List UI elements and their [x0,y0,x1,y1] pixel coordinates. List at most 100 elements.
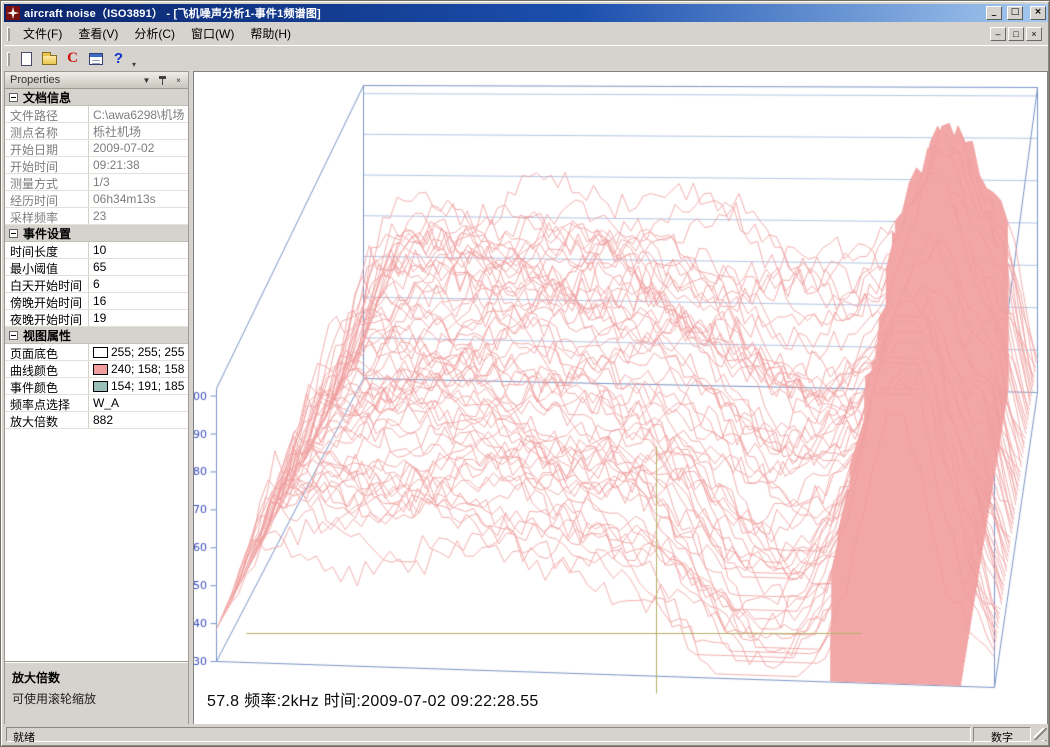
property-value[interactable]: 6 [89,276,188,292]
collapse-icon[interactable] [9,93,18,102]
property-category[interactable]: 文档信息 [5,89,188,106]
menu-item-file[interactable]: 文件(F) [15,21,70,46]
property-name: 采样频率 [5,208,89,224]
panel-title: Properties [10,74,137,86]
property-value[interactable]: W_A [89,395,188,411]
color-swatch[interactable] [93,381,108,392]
c-tool-button[interactable]: C [61,48,84,70]
property-name: 经历时间 [5,191,89,207]
color-swatch[interactable] [93,347,108,358]
pin-icon[interactable] [156,74,169,87]
property-row: 夜晚开始时间 19 [5,310,188,327]
maximize-button[interactable]: □ [1007,6,1023,20]
collapse-icon[interactable] [9,331,18,340]
mdi-minimize-button[interactable]: – [990,27,1006,41]
letter-c-icon: C [67,51,78,66]
property-value-text: 65 [93,260,106,274]
collapse-icon[interactable] [9,229,18,238]
property-grid: 文档信息文件路径C:\awa6298\机场测点名称栎社机场开始日期2009-07… [5,89,188,661]
toolbar-overflow-button[interactable]: ▾ [130,60,138,71]
property-row: 傍晚开始时间 16 [5,293,188,310]
open-folder-icon [42,55,57,65]
title-bar: aircraft noise（ISO3891） - [飞机噪声分析1-事件1频谱… [4,4,1048,22]
property-row: 频率点选择 W_A [5,395,188,412]
property-value[interactable]: C:\awa6298\机场 [89,106,188,122]
help-icon: ? [114,50,123,67]
property-value-text: 06h34m13s [93,192,156,206]
property-value-text: 10 [93,243,106,257]
properties-button[interactable] [84,48,107,70]
menu-item-view[interactable]: 查看(V) [70,21,126,46]
open-file-button[interactable] [38,48,61,70]
window-title: aircraft noise（ISO3891） - [飞机噪声分析1-事件1频谱… [24,5,981,21]
waterfall-chart-canvas[interactable] [194,72,1047,725]
toolbar-buttons: C? [15,48,130,70]
property-value-text: 19 [93,311,106,325]
property-value-text: 255; 255; 255 [111,345,184,359]
property-row: 开始时间 09:21:38 [5,157,188,174]
chevron-down-icon[interactable]: ▼ [140,74,153,87]
property-row: 时间长度 10 [5,242,188,259]
property-row: 页面底色 255; 255; 255 [5,344,188,361]
property-row: 事件颜色154; 191; 185 [5,378,188,395]
menu-item-help[interactable]: 帮助(H) [242,21,299,46]
property-value-text: W_A [93,396,119,410]
property-name: 傍晚开始时间 [5,293,89,309]
chart-area: 57.8 频率:2kHz 时间:2009-07-02 09:22:28.55 [193,71,1048,726]
help-button[interactable]: ? [107,48,130,70]
property-value[interactable]: 23 [89,208,188,224]
status-message: 就绪 [6,727,971,742]
property-name: 测量方式 [5,174,89,190]
property-value-text: 6 [93,277,100,291]
cursor-readout: 57.8 频率:2kHz 时间:2009-07-02 09:22:28.55 [207,687,539,711]
properties-window-icon [89,53,103,65]
property-value[interactable]: 06h34m13s [89,191,188,207]
mdi-restore-button[interactable]: □ [1008,27,1024,41]
property-value[interactable]: 240; 158; 158 [89,361,188,377]
property-value-text: 09:21:38 [93,158,140,172]
property-name: 开始日期 [5,140,89,156]
mdi-window-buttons: – □ × [990,27,1048,41]
property-value[interactable]: 1/3 [89,174,188,190]
property-row: 测点名称栎社机场 [5,123,188,140]
property-value[interactable]: 882 [89,412,188,428]
color-swatch[interactable] [93,364,108,375]
menu-item-window[interactable]: 窗口(W) [183,21,242,46]
toolbar-drag-grip[interactable] [7,52,10,66]
minimize-button[interactable]: _ [986,6,1002,20]
panel-close-icon[interactable]: × [172,74,185,87]
property-value-text: 23 [93,209,106,223]
mdi-close-button[interactable]: × [1026,27,1042,41]
menu-item-analysis[interactable]: 分析(C) [126,21,183,46]
property-category[interactable]: 视图属性 [5,327,188,344]
properties-panel-header: Properties ▼ × [5,72,188,89]
property-name: 开始时间 [5,157,89,173]
property-name: 夜晚开始时间 [5,310,89,326]
toolbar: C? ▾ [4,45,1048,71]
new-file-button[interactable] [15,48,38,70]
status-num-indicator: 数字 [973,727,1031,742]
property-value[interactable]: 16 [89,293,188,309]
property-name: 白天开始时间 [5,276,89,292]
property-value[interactable]: 19 [89,310,188,326]
property-name: 频率点选择 [5,395,89,411]
property-value[interactable]: 154; 191; 185 [89,378,188,394]
app-window: aircraft noise（ISO3891） - [飞机噪声分析1-事件1频谱… [0,0,1050,747]
menu-drag-grip[interactable] [7,27,10,41]
resize-grip[interactable] [1034,728,1047,741]
category-title: 视图属性 [23,327,71,344]
property-name: 页面底色 [5,344,89,360]
property-row: 白天开始时间 6 [5,276,188,293]
property-value[interactable]: 255; 255; 255 [89,344,188,360]
property-name: 时间长度 [5,242,89,258]
property-value-text: 16 [93,294,106,308]
property-category[interactable]: 事件设置 [5,225,188,242]
pin-glyph [158,76,167,85]
property-value[interactable]: 栎社机场 [89,123,188,139]
property-value[interactable]: 09:21:38 [89,157,188,173]
property-value[interactable]: 2009-07-02 [89,140,188,156]
close-button[interactable]: × [1030,6,1046,20]
property-value[interactable]: 65 [89,259,188,275]
property-value[interactable]: 10 [89,242,188,258]
property-name: 最小阈值 [5,259,89,275]
